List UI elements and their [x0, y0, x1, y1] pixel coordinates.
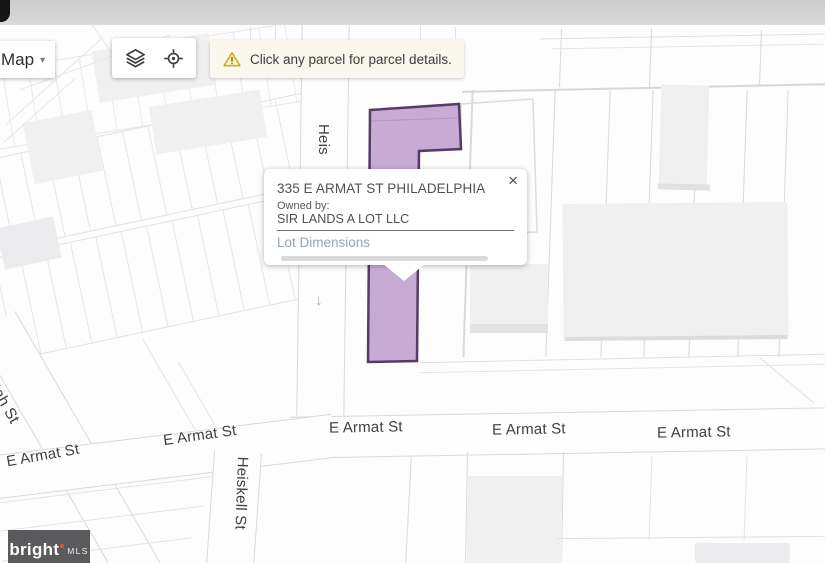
- parcel-line: [420, 364, 825, 373]
- chevron-down-icon: ▾: [40, 55, 45, 66]
- owned-by-label: Owned by:: [277, 200, 330, 212]
- street-label-armat: E Armat St: [492, 420, 566, 438]
- parcel-block: [467, 476, 562, 563]
- street-label-heiskell-south: Heiskell St: [231, 456, 251, 530]
- close-icon[interactable]: ×: [508, 172, 518, 189]
- parcel-line: [455, 27, 456, 39]
- parcel-line: [462, 83, 825, 93]
- popup-scrollbar[interactable]: [281, 256, 488, 261]
- parcel-line: [405, 457, 412, 563]
- banner-text: Click any parcel for parcel details.: [250, 52, 452, 67]
- parcel-hint-banner: Click any parcel for parcel details.: [210, 40, 464, 78]
- browser-top-strip: [0, 0, 825, 25]
- logo-mls-text: MLS: [67, 546, 88, 556]
- parcel-block: [659, 84, 710, 187]
- parcel-block: [23, 110, 104, 184]
- parcel-line: [540, 34, 825, 40]
- map-type-button[interactable]: Map ▾: [0, 41, 55, 78]
- locate-button[interactable]: [161, 46, 185, 70]
- crosshair-icon: [162, 47, 185, 70]
- parcel-block: [470, 324, 548, 333]
- parcel-line: [420, 26, 421, 40]
- parcel-block: [658, 183, 710, 190]
- popup-tail: [383, 264, 425, 281]
- parcel-block: [470, 264, 548, 326]
- parcel-line: [552, 44, 824, 50]
- street-label-armat: E Armat St: [329, 418, 403, 436]
- parcel-line: [744, 456, 748, 540]
- map-controls: [112, 38, 196, 78]
- one-way-arrow: ↓: [315, 292, 323, 309]
- parcel-popup: × 335 E ARMAT ST PHILADELPHIA Owned by: …: [264, 169, 527, 265]
- street-label-armat: E Armat St: [657, 423, 731, 441]
- parcel-line: [759, 30, 762, 86]
- parcel-block: [695, 543, 790, 563]
- street-label-heiskell-north: Heis: [315, 124, 332, 155]
- lot-dimensions-link[interactable]: Lot Dimensions: [277, 235, 370, 250]
- parcel-block: [565, 335, 787, 341]
- logo-spark-icon: [60, 544, 64, 548]
- owner-name: SIR LANDS A LOT LLC: [277, 212, 409, 226]
- layers-button[interactable]: [123, 46, 147, 70]
- warning-triangle-icon: [222, 49, 242, 69]
- bright-mls-logo: bright MLS: [8, 530, 90, 563]
- parcel-line: [558, 536, 825, 539]
- layers-icon: [124, 47, 147, 70]
- parcel-block: [562, 202, 788, 341]
- parcel-address: 335 E ARMAT ST PHILADELPHIA: [277, 181, 485, 196]
- map-type-label: Map: [1, 50, 34, 70]
- parcel-line: [250, 27, 251, 40]
- map-app: E Armat St E Armat St E Armat St E Armat…: [0, 0, 825, 563]
- parcel-line: [275, 26, 276, 39]
- popup-divider: [277, 230, 514, 231]
- parcel-line: [649, 456, 653, 540]
- logo-brand-text: bright: [9, 543, 59, 557]
